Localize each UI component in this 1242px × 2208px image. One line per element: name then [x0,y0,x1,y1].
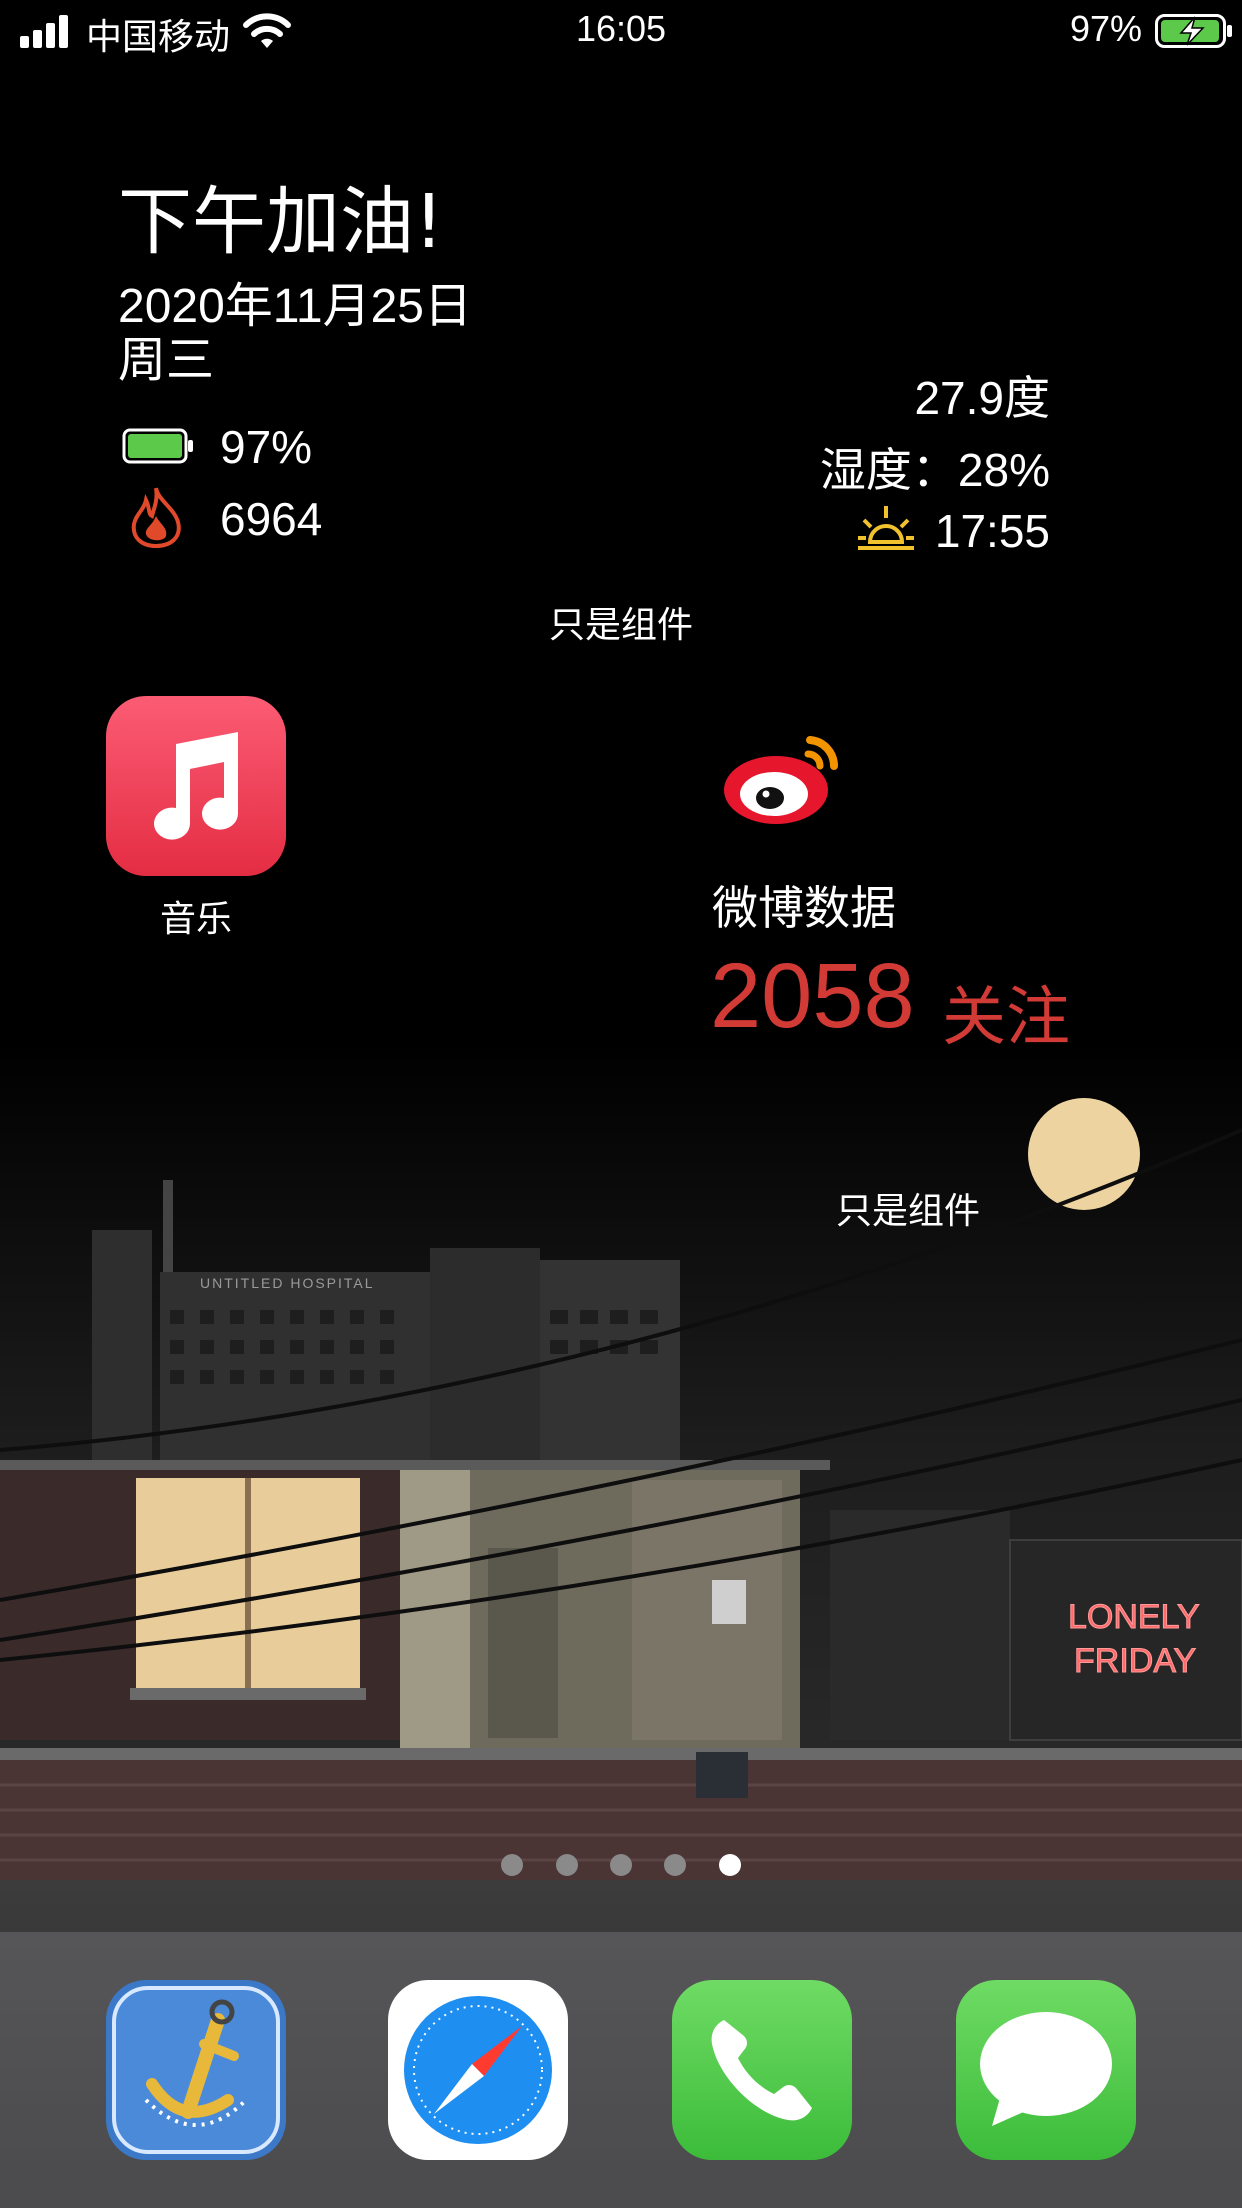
weibo-title: 微博数据 [712,882,896,934]
compass-icon [404,1996,552,2144]
greeting-text: 下午加油! [118,179,444,265]
dock-safari-icon[interactable] [388,1980,568,2160]
battery-value: 97% [220,421,313,473]
chat-bubble-icon [980,2012,1112,2126]
steps-value: 6964 [220,493,323,545]
weibo-follow-label: 关注 [942,981,1070,1053]
clock: 16:05 [575,8,667,49]
hospital-sign: UNTITLED HOSPITAL [200,1275,375,1291]
phone-handset-icon [711,2020,812,2121]
sunset-time: 17:55 [934,505,1050,557]
battery-percent: 97% [1070,8,1143,49]
battery-charging-icon [1155,14,1232,48]
music-app-icon[interactable] [106,696,286,876]
dock-anchor-app-icon[interactable] [106,1980,286,2160]
humidity-value: 湿度：28% [819,444,1050,496]
music-note-icon [154,732,238,840]
weibo-logo-icon [724,736,839,824]
page-dot-active[interactable] [718,1854,741,1876]
status-bar: 中国移动 16:05 97% [0,0,1242,64]
neon-sign-line2: FRIDAY [1074,1642,1196,1680]
battery-icon [122,428,193,464]
page-indicator[interactable] [0,1854,1242,1881]
neon-sign-line1: LONELY [1068,1598,1200,1636]
widget-caption-2: 只是组件 [836,1190,981,1231]
page-dot[interactable] [664,1854,687,1876]
music-app-label: 音乐 [159,898,232,939]
flame-icon [131,487,181,548]
dock-phone-icon[interactable] [672,1980,852,2160]
page-dot[interactable] [555,1854,578,1876]
weekday-text: 周三 [118,334,215,387]
dock-messages-icon[interactable] [956,1980,1136,2160]
sunset-icon [858,506,914,550]
page-dot[interactable] [610,1854,632,1876]
page-dot[interactable] [501,1854,524,1876]
temperature-value: 27.9度 [914,372,1050,424]
anchor-icon [112,1986,280,2154]
weibo-follow-count: 2058 [710,945,915,1047]
widget-caption: 只是组件 [548,604,693,645]
